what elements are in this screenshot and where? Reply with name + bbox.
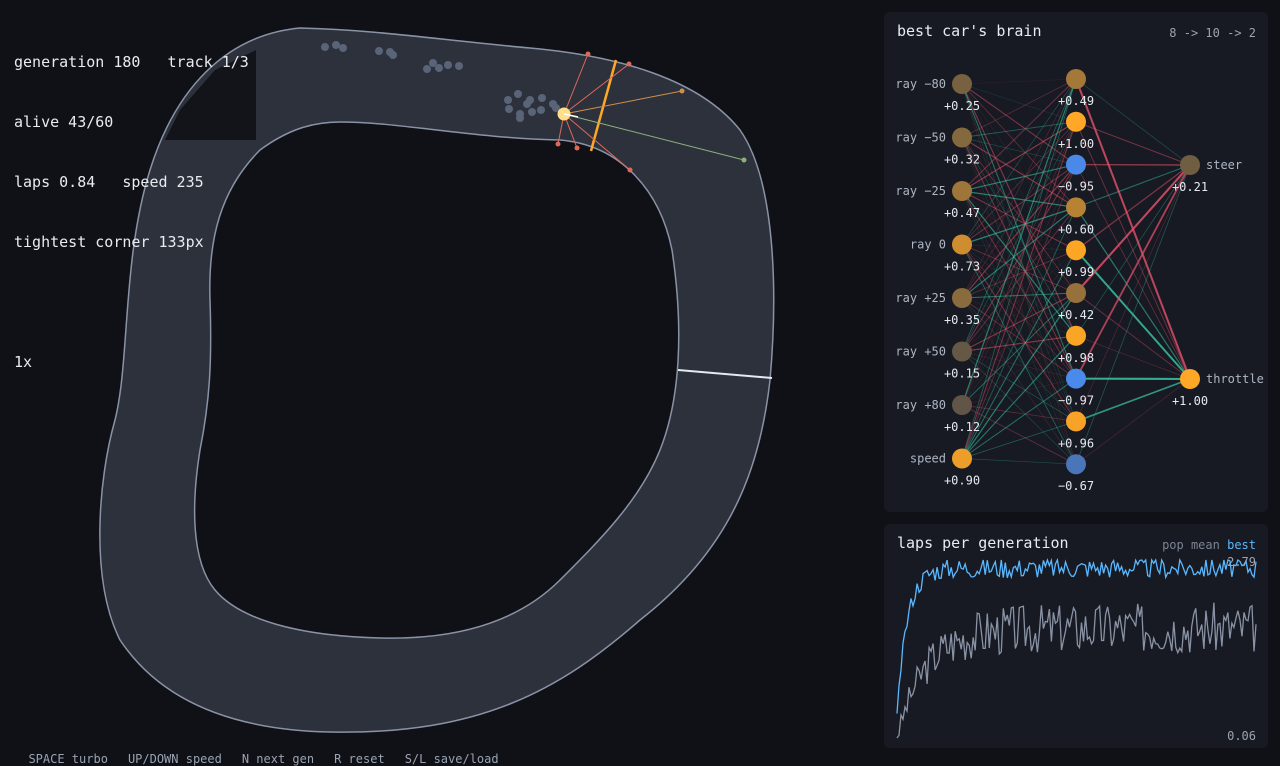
hidden-node-value: +0.49 (1058, 94, 1094, 108)
hud-laps-speed: laps 0.84 speed 235 (14, 172, 249, 192)
input-node (952, 449, 972, 469)
weight-input-hidden (962, 459, 1076, 465)
input-node (952, 181, 972, 201)
hidden-node (1066, 240, 1086, 260)
hud-tightest-corner: tightest corner 133px (14, 232, 249, 252)
weight-hidden-output (1076, 165, 1190, 250)
hidden-node (1066, 283, 1086, 303)
input-node-label: ray +80 (895, 398, 946, 412)
neural-network-diagram: ray −80 +0.25 ray −50 +0.32 ray −25 +0.47 ray … (884, 12, 1268, 512)
help-turbo: SPACE turbo (28, 752, 107, 766)
hidden-node (1066, 369, 1086, 389)
help-save-load: S/L save/load (405, 752, 499, 766)
hidden-node-value: −0.67 (1058, 479, 1094, 493)
input-node-label: ray +50 (895, 345, 946, 359)
input-node (952, 288, 972, 308)
hud-speed-multiplier: 1x (14, 352, 249, 372)
hidden-node-value: +0.96 (1058, 436, 1094, 450)
input-node-value: +0.32 (944, 153, 980, 167)
input-node-label: ray +25 (895, 291, 946, 305)
output-node-value: +0.21 (1172, 180, 1208, 194)
weight-hidden-output (1076, 165, 1190, 421)
input-node-label: ray 0 (910, 238, 946, 252)
help-reset: R reset (334, 752, 385, 766)
output-node-label: steer (1206, 158, 1242, 172)
chart-max-label: 2.79 (1227, 555, 1256, 569)
input-node-label: ray −50 (895, 131, 946, 145)
input-node (952, 235, 972, 255)
chart-legend: pop mean best (1162, 538, 1256, 552)
input-node-value: +0.15 (944, 367, 980, 381)
output-node (1180, 155, 1200, 175)
input-node-label: speed (910, 452, 946, 466)
input-node (952, 395, 972, 415)
laps-chart: 2.79 0.06 (884, 524, 1268, 748)
weight-input-hidden (962, 79, 1076, 84)
input-node-value: +0.90 (944, 474, 980, 488)
input-node-value: +0.12 (944, 420, 980, 434)
input-node-value: +0.47 (944, 206, 980, 220)
help-next-gen: N next gen (242, 752, 314, 766)
legend-pop-mean: pop mean (1162, 538, 1220, 552)
hud-generation-track: generation 180 track 1/3 (14, 52, 249, 72)
input-node-label: ray −80 (895, 77, 946, 91)
keyboard-help: SPACE turbo UP/DOWN speed N next gen R rese… (14, 738, 519, 766)
hidden-node-value: +0.42 (1058, 308, 1094, 322)
hidden-node-value: +0.98 (1058, 351, 1094, 365)
input-node-value: +0.25 (944, 99, 980, 113)
hidden-node (1066, 197, 1086, 217)
weight-hidden-output (1076, 379, 1190, 464)
input-node (952, 128, 972, 148)
hud-alive: alive 43/60 (14, 112, 249, 132)
hidden-node (1066, 112, 1086, 132)
output-node-label: throttle (1206, 372, 1264, 386)
hidden-node (1066, 69, 1086, 89)
output-node-value: +1.00 (1172, 394, 1208, 408)
input-node (952, 74, 972, 94)
hidden-node (1066, 411, 1086, 431)
hidden-node (1066, 454, 1086, 474)
hidden-node-value: +1.00 (1058, 137, 1094, 151)
network-nodes: ray −80 +0.25 ray −50 +0.32 ray −25 +0.47 ray … (895, 69, 1263, 493)
chart-min-label: 0.06 (1227, 729, 1256, 743)
hidden-node-value: −0.95 (1058, 180, 1094, 194)
input-node-label: ray −25 (895, 184, 946, 198)
chart-title: laps per generation (897, 534, 1069, 552)
hidden-node-value: +0.60 (1058, 222, 1094, 236)
brain-title: best car's brain (897, 22, 1042, 40)
brain-panel: ray −80 +0.25 ray −50 +0.32 ray −25 +0.47 ray … (884, 12, 1268, 512)
chart-panel: 2.79 0.06 laps per generation pop mean be… (884, 524, 1268, 748)
hidden-node (1066, 155, 1086, 175)
input-node (952, 342, 972, 362)
hidden-node-value: −0.97 (1058, 394, 1094, 408)
hidden-node (1066, 326, 1086, 346)
help-speed: UP/DOWN speed (128, 752, 222, 766)
series-pop-mean-line (897, 603, 1256, 738)
hud-stats: generation 180 track 1/3 alive 43/60 lap… (14, 12, 249, 392)
legend-best: best (1227, 538, 1256, 552)
output-node (1180, 369, 1200, 389)
hidden-node-value: +0.99 (1058, 265, 1094, 279)
brain-architecture: 8 -> 10 -> 2 (1169, 26, 1256, 40)
input-node-value: +0.35 (944, 313, 980, 327)
input-node-value: +0.73 (944, 260, 980, 274)
